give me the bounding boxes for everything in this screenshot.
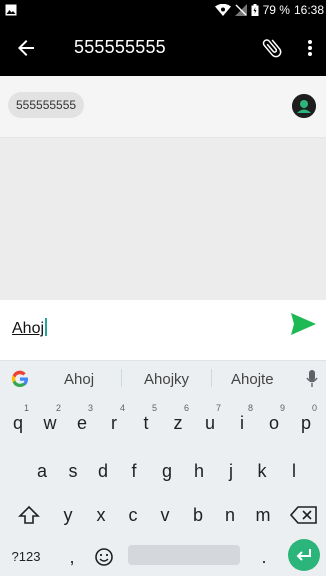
key-d[interactable]: d	[88, 451, 118, 491]
key-j[interactable]: j	[216, 451, 246, 491]
emoji-icon[interactable]	[94, 547, 114, 567]
app-bar: 555555555	[0, 20, 326, 76]
key-s[interactable]: s	[58, 451, 88, 491]
key-w[interactable]: w2	[35, 403, 65, 443]
contact-avatar-icon[interactable]	[292, 94, 316, 118]
key-r[interactable]: r4	[99, 403, 129, 443]
key-b[interactable]: b	[183, 495, 213, 535]
key-m[interactable]: m	[248, 495, 278, 535]
messages-area	[0, 139, 326, 299]
suggestion-strip: Ahoj Ahojky Ahojte	[0, 361, 326, 397]
image-notification-icon	[5, 4, 17, 16]
key-a[interactable]: a	[27, 451, 57, 491]
back-arrow-icon[interactable]	[14, 36, 38, 60]
attachment-icon[interactable]	[260, 36, 284, 60]
key-row-2: a s d f g h j k l	[0, 451, 326, 491]
key-g[interactable]: g	[152, 451, 182, 491]
suggestion-3[interactable]: Ahojte	[231, 371, 274, 388]
enter-key[interactable]	[288, 539, 320, 571]
battery-icon	[251, 4, 259, 16]
recipients-area: 555555555	[0, 76, 326, 138]
more-options-icon[interactable]	[300, 36, 320, 60]
key-row-1: q1 w2 e3 r4 t5 z6 u7 i8 o9 p0	[0, 403, 326, 443]
key-z[interactable]: z6	[163, 403, 193, 443]
wifi-icon	[214, 4, 231, 16]
space-bar[interactable]	[128, 545, 240, 565]
key-u[interactable]: u7	[195, 403, 225, 443]
key-t[interactable]: t5	[131, 403, 161, 443]
key-c[interactable]: c	[118, 495, 148, 535]
enter-arrow-icon	[296, 549, 311, 561]
key-h[interactable]: h	[184, 451, 214, 491]
status-icons: 79 % 16:38	[214, 3, 324, 17]
symbols-key[interactable]: ?123	[8, 537, 44, 576]
clock: 16:38	[293, 3, 324, 17]
period-key[interactable]: .	[254, 537, 274, 576]
suggestion-2[interactable]: Ahojky	[144, 371, 189, 388]
recipient-chip[interactable]: 555555555	[8, 92, 85, 118]
shift-icon[interactable]	[18, 505, 40, 525]
key-l[interactable]: l	[279, 451, 309, 491]
keyboard: Ahoj Ahojky Ahojte q1 w2 e3 r4 t5 z6 u7 …	[0, 360, 326, 576]
key-x[interactable]: x	[86, 495, 116, 535]
suggestion-divider	[121, 369, 122, 387]
key-f[interactable]: f	[119, 451, 149, 491]
key-y[interactable]: y	[53, 495, 83, 535]
no-signal-icon	[234, 4, 247, 16]
key-o[interactable]: o9	[259, 403, 289, 443]
conversation-title: 555555555	[74, 37, 166, 57]
suggestion-1[interactable]: Ahoj	[64, 371, 94, 388]
backspace-icon[interactable]	[290, 505, 318, 525]
send-icon[interactable]	[289, 310, 317, 338]
key-e[interactable]: e3	[67, 403, 97, 443]
key-n[interactable]: n	[215, 495, 245, 535]
key-i[interactable]: i8	[227, 403, 257, 443]
message-text: Ahoj	[12, 320, 45, 337]
google-g-icon[interactable]	[10, 369, 30, 389]
compose-bar: Ahoj	[0, 300, 326, 360]
key-q[interactable]: q1	[3, 403, 33, 443]
microphone-icon[interactable]	[306, 369, 318, 389]
text-cursor	[45, 318, 48, 336]
key-v[interactable]: v	[150, 495, 180, 535]
suggestion-divider	[211, 369, 212, 387]
battery-percent: 79 %	[262, 3, 290, 17]
comma-key[interactable]: ,	[62, 537, 82, 576]
key-k[interactable]: k	[247, 451, 277, 491]
status-bar: 79 % 16:38	[0, 0, 326, 20]
key-p[interactable]: p0	[291, 403, 321, 443]
message-input[interactable]: Ahoj	[12, 318, 48, 338]
key-row-3: y x c v b n m	[0, 495, 326, 535]
